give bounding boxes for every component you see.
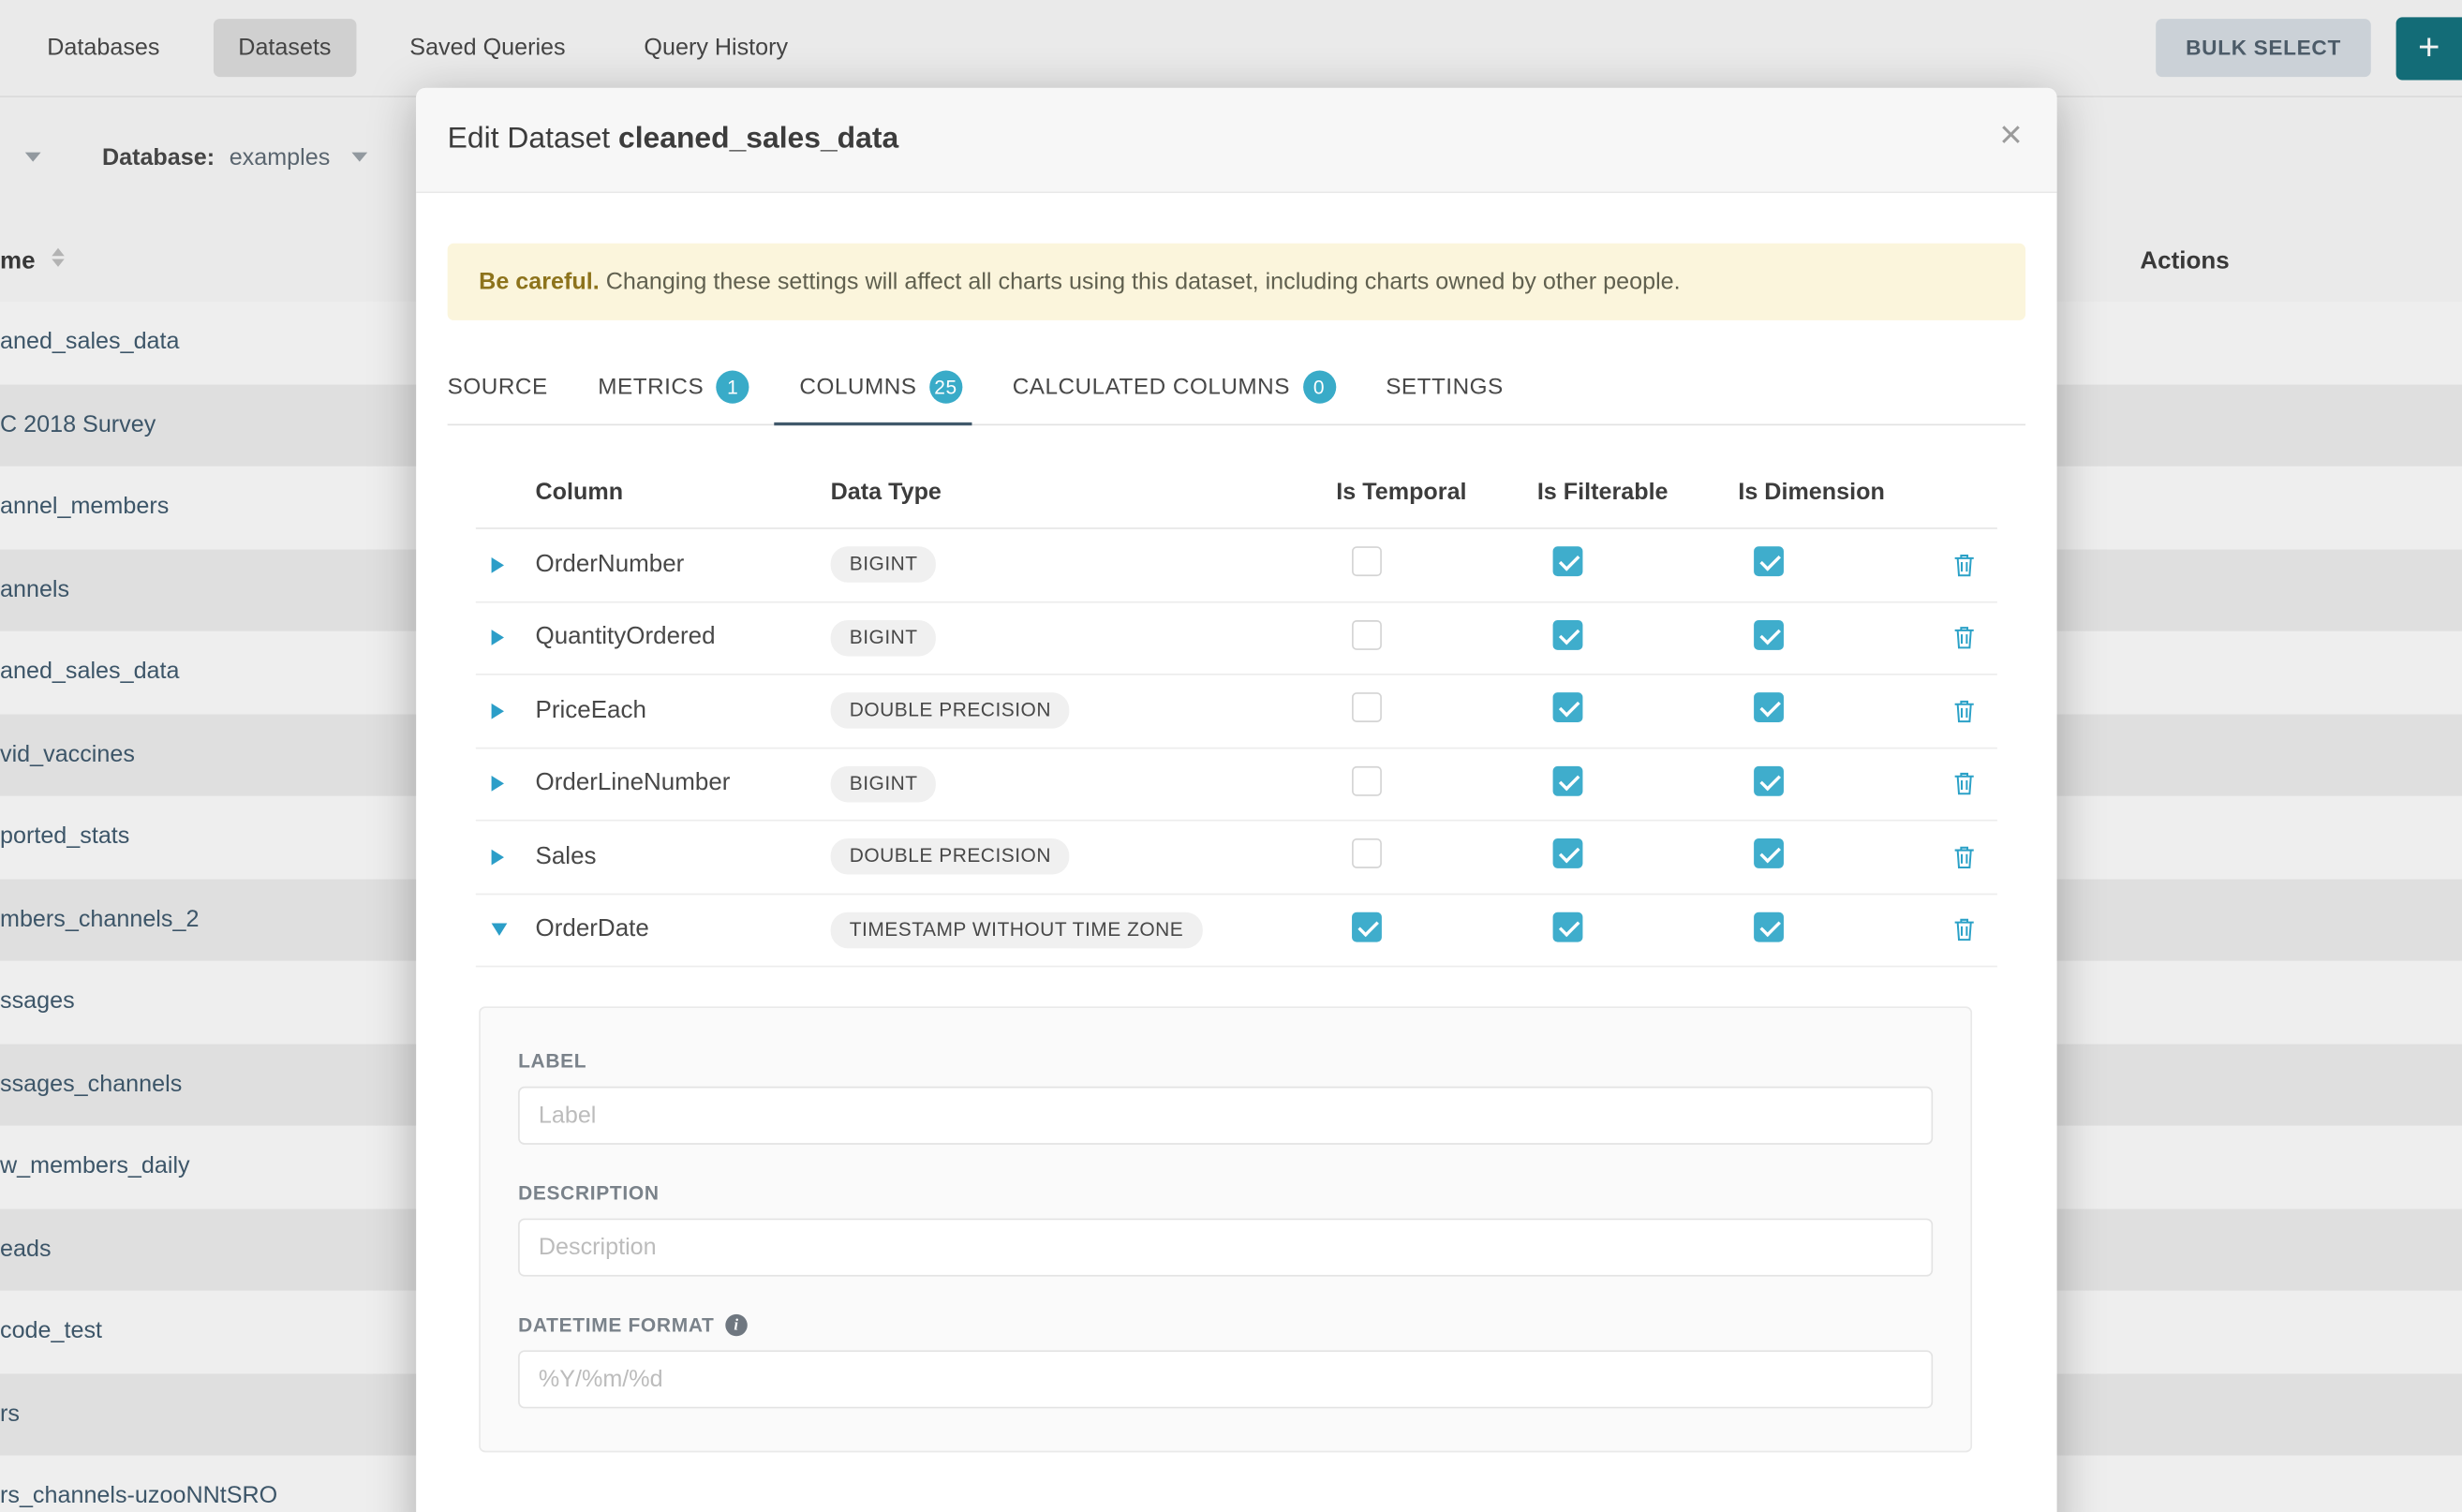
is-filterable-checkbox[interactable] <box>1553 620 1583 650</box>
calculated-columns-count-badge: 0 <box>1302 371 1335 404</box>
is-dimension-checkbox[interactable] <box>1754 765 1784 795</box>
expand-caret-icon[interactable] <box>492 630 504 646</box>
delete-column-icon[interactable] <box>1953 553 1997 578</box>
columns-count-badge: 25 <box>929 371 962 404</box>
label-field-group: LABEL <box>518 1050 1933 1145</box>
columns-table: Column Data Type Is Temporal Is Filterab… <box>476 457 1997 968</box>
is-filterable-checkbox[interactable] <box>1553 693 1583 723</box>
data-type-pill: DOUBLE PRECISION <box>831 838 1071 875</box>
expand-caret-icon[interactable] <box>492 557 504 573</box>
warning-bold-text: Be careful. <box>479 269 600 295</box>
data-type-pill: BIGINT <box>831 765 937 802</box>
is-temporal-header: Is Temporal <box>1336 479 1537 505</box>
table-row: OrderNumber BIGINT <box>476 529 1997 602</box>
modal-header: Edit Dataset cleaned_sales_data × <box>416 88 2056 193</box>
tab-settings[interactable]: SETTINGS <box>1360 353 1528 423</box>
metrics-count-badge: 1 <box>717 371 749 404</box>
info-icon[interactable]: i <box>725 1314 747 1336</box>
column-name: OrderNumber <box>536 551 831 579</box>
is-dimension-checkbox[interactable] <box>1754 693 1784 723</box>
is-filterable-checkbox[interactable] <box>1553 765 1583 795</box>
datetime-format-input[interactable] <box>518 1350 1933 1408</box>
is-dimension-checkbox[interactable] <box>1754 547 1784 577</box>
table-row: QuantityOrdered BIGINT <box>476 602 1997 675</box>
data-type-pill: DOUBLE PRECISION <box>831 693 1071 730</box>
edit-dataset-modal: Edit Dataset cleaned_sales_data × Be car… <box>416 88 2056 1512</box>
app-viewport: Databases Datasets Saved Queries Query H… <box>0 0 2462 1512</box>
column-name: PriceEach <box>536 697 831 725</box>
delete-column-icon[interactable] <box>1953 698 1997 723</box>
table-row: PriceEach DOUBLE PRECISION <box>476 675 1997 749</box>
datetime-format-field-group: DATETIME FORMAT i <box>518 1314 1933 1409</box>
expand-caret-icon[interactable] <box>492 924 508 936</box>
is-temporal-checkbox[interactable] <box>1352 912 1382 941</box>
table-row: Sales DOUBLE PRECISION <box>476 822 1997 895</box>
is-filterable-checkbox[interactable] <box>1553 838 1583 868</box>
table-row: OrderDate TIMESTAMP WITHOUT TIME ZONE <box>476 894 1997 967</box>
label-field-label: LABEL <box>518 1050 1933 1072</box>
modal-title-prefix: Edit Dataset <box>448 123 610 156</box>
delete-column-icon[interactable] <box>1953 917 1997 942</box>
warning-banner: Be careful. Changing these settings will… <box>448 244 2025 320</box>
is-filterable-header: Is Filterable <box>1537 479 1739 505</box>
expand-caret-icon[interactable] <box>492 703 504 719</box>
data-type-header: Data Type <box>831 479 1337 505</box>
expand-caret-icon[interactable] <box>492 849 504 865</box>
column-header: Column <box>536 479 831 505</box>
is-filterable-checkbox[interactable] <box>1553 912 1583 941</box>
tab-calculated-columns[interactable]: CALCULATED COLUMNS0 <box>987 353 1360 423</box>
is-filterable-checkbox[interactable] <box>1553 547 1583 577</box>
warning-text: Changing these settings will affect all … <box>600 269 1681 295</box>
description-input[interactable] <box>518 1219 1933 1277</box>
tab-columns[interactable]: COLUMNS25 <box>775 353 987 423</box>
table-row: OrderLineNumber BIGINT <box>476 749 1997 822</box>
description-field-label: DESCRIPTION <box>518 1182 1933 1204</box>
is-dimension-header: Is Dimension <box>1738 479 1910 505</box>
modal-tabs: SOURCE METRICS1 COLUMNS25 CALCULATED COL… <box>448 353 2025 425</box>
column-name: QuantityOrdered <box>536 624 831 652</box>
is-temporal-checkbox[interactable] <box>1352 620 1382 650</box>
column-name: OrderDate <box>536 916 831 944</box>
expand-caret-icon[interactable] <box>492 776 504 792</box>
modal-title-dataset-name: cleaned_sales_data <box>618 123 898 156</box>
delete-column-icon[interactable] <box>1953 625 1997 650</box>
is-temporal-checkbox[interactable] <box>1352 547 1382 577</box>
modal-title: Edit Dataset cleaned_sales_data <box>448 123 899 157</box>
close-icon[interactable]: × <box>1999 116 2022 156</box>
column-name: OrderLineNumber <box>536 770 831 798</box>
data-type-pill: BIGINT <box>831 620 937 657</box>
is-temporal-checkbox[interactable] <box>1352 765 1382 795</box>
is-dimension-checkbox[interactable] <box>1754 912 1784 941</box>
delete-column-icon[interactable] <box>1953 771 1997 796</box>
column-name: Sales <box>536 843 831 871</box>
column-detail-panel: LABEL DESCRIPTION DATETIME FORMAT i <box>479 1006 1972 1452</box>
data-type-pill: BIGINT <box>831 547 937 584</box>
columns-table-header: Column Data Type Is Temporal Is Filterab… <box>476 457 1997 529</box>
modal-body: Be careful. Changing these settings will… <box>416 193 2056 1452</box>
data-type-pill: TIMESTAMP WITHOUT TIME ZONE <box>831 912 1203 948</box>
tab-source[interactable]: SOURCE <box>448 353 573 423</box>
datetime-format-field-label: DATETIME FORMAT i <box>518 1314 1933 1336</box>
tab-metrics[interactable]: METRICS1 <box>572 353 774 423</box>
description-field-group: DESCRIPTION <box>518 1182 1933 1277</box>
delete-column-icon[interactable] <box>1953 844 1997 869</box>
label-input[interactable] <box>518 1087 1933 1145</box>
is-temporal-checkbox[interactable] <box>1352 838 1382 868</box>
is-dimension-checkbox[interactable] <box>1754 838 1784 868</box>
is-temporal-checkbox[interactable] <box>1352 693 1382 723</box>
is-dimension-checkbox[interactable] <box>1754 620 1784 650</box>
